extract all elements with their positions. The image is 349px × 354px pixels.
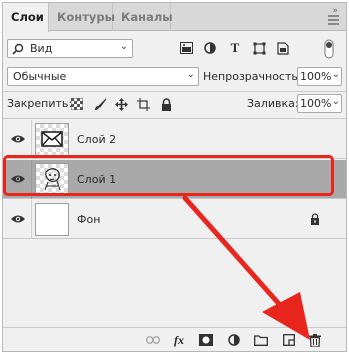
link-layers-icon[interactable] [145,332,161,348]
type-filter-icon[interactable]: T [227,40,243,56]
eye-icon[interactable] [11,134,25,144]
filter-kind-select[interactable]: Вид ⌄ [7,39,133,58]
fill-value: 100% [300,97,332,110]
lock-icon [311,213,319,225]
lock-row: Закрепить: Заливка: 100% ⌄ [3,94,346,114]
chevron-down-icon: ⌄ [331,69,340,80]
shape-filter-icon[interactable] [251,40,267,56]
tab-channels[interactable]: Каналы [113,3,173,31]
chevron-down-icon: ⌄ [119,41,128,52]
blend-mode-select[interactable]: Обычные ⌄ [7,67,199,86]
opacity-value: 100% [300,70,332,83]
new-layer-icon[interactable] [281,332,297,348]
fx-icon[interactable]: fx [171,332,187,348]
adjustment-layer-icon[interactable] [226,332,242,348]
panel-tab-bar: Слои Контуры Каналы » [3,3,346,32]
envelope-icon [41,131,63,147]
blend-row: Обычные ⌄ Непрозрачность: 100% ⌄ [3,67,346,87]
opacity-label: Непрозрачность: [203,70,302,83]
layer-row[interactable]: Слой 2 [3,120,346,159]
filter-toggle-switch[interactable] [324,39,342,59]
chevron-down-icon: ⌄ [331,96,340,107]
search-icon [12,43,24,55]
fill-label: Заливка: [247,97,299,110]
adjustment-filter-icon[interactable] [202,40,218,56]
chevron-down-icon: ⌄ [186,69,195,80]
filter-row: Вид ⌄ T [3,39,346,59]
tab-paths[interactable]: Контуры [49,3,115,31]
add-mask-icon[interactable] [198,332,214,348]
eye-icon[interactable] [11,174,25,184]
opacity-input[interactable]: 100% ⌄ [297,67,342,86]
layers-panel: Слои Контуры Каналы » Вид ⌄ T Обычные ⌄ … [2,2,347,352]
lock-label: Закрепить: [7,97,73,110]
layers-bottom-toolbar: fx [3,327,346,351]
layer-row[interactable]: Слой 1 [3,160,346,199]
layers-list: Слой 2 Слой 1 Фон [3,120,346,328]
layer-name: Слой 2 [77,133,117,146]
filter-kind-label: Вид [30,42,53,55]
layer-thumbnail [35,203,69,236]
lock-all-icon[interactable] [158,96,174,112]
delete-layer-icon[interactable] [307,332,323,348]
layer-thumbnail [35,123,69,156]
panel-menu-button[interactable]: » [322,7,340,25]
layer-thumbnail [35,163,69,196]
tab-layers[interactable]: Слои [3,3,49,32]
lock-position-icon[interactable] [113,96,129,112]
sketch-icon [44,168,61,191]
pixel-filter-icon[interactable] [178,40,194,56]
menu-icon [328,15,339,17]
fill-input[interactable]: 100% ⌄ [297,94,342,113]
layer-name: Фон [77,213,101,226]
layer-row[interactable]: Фон [3,200,346,239]
blend-mode-value: Обычные [13,70,67,83]
eye-icon[interactable] [11,214,25,224]
lock-artboard-icon[interactable] [135,96,151,112]
lock-transparent-pixels-icon[interactable] [69,96,85,112]
new-group-icon[interactable] [253,332,269,348]
lock-image-pixels-icon[interactable] [92,96,108,112]
smart-object-filter-icon[interactable] [275,40,291,56]
layer-name: Слой 1 [77,173,117,186]
